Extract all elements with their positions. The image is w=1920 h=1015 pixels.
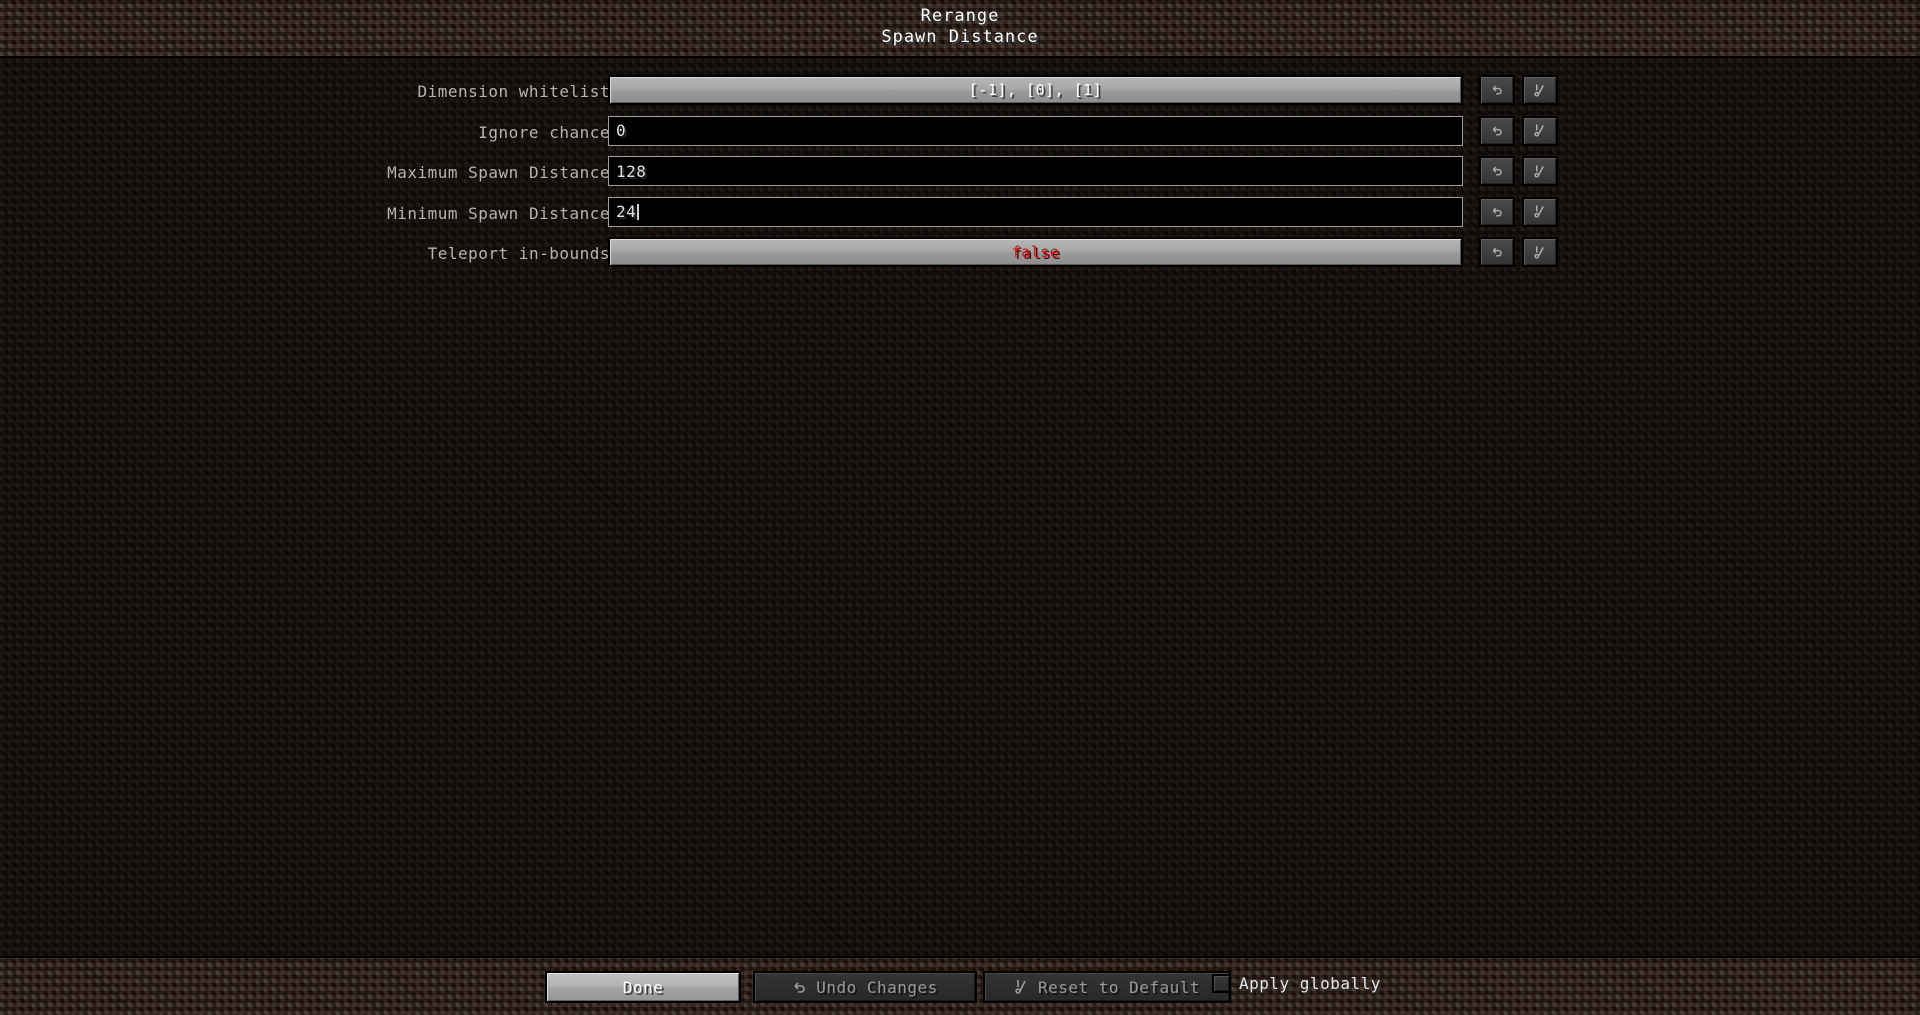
config-row: Ignore chance 0 <box>0 115 1920 149</box>
row-reset-button[interactable] <box>1522 237 1558 267</box>
reset-default-icon <box>1533 83 1547 98</box>
page-title: Rerange <box>920 6 1000 26</box>
undo-changes-button[interactable]: Undo Changes <box>753 971 977 1003</box>
config-value-input[interactable]: 0 <box>608 115 1463 146</box>
undo-arrow-icon <box>1490 124 1504 138</box>
checkbox-box-icon[interactable] <box>1212 974 1231 993</box>
undo-arrow-icon <box>1490 164 1504 178</box>
header-bar: Rerange Spawn Distance <box>0 0 1920 58</box>
page-subtitle: Spawn Distance <box>881 27 1039 47</box>
reset-to-default-label: Reset to Default <box>1037 977 1201 997</box>
footer-bar: Done Undo Changes Reset to Default Apply… <box>0 956 1920 1015</box>
reset-default-icon <box>1533 204 1547 219</box>
row-undo-button[interactable] <box>1479 237 1515 267</box>
config-row-label: Maximum Spawn Distance <box>387 163 610 182</box>
reset-default-icon <box>1533 245 1547 260</box>
reset-to-default-button[interactable]: Reset to Default <box>983 971 1231 1003</box>
row-undo-button[interactable] <box>1479 196 1515 227</box>
minecraft-config-screen: Rerange Spawn Distance Dimension whiteli… <box>0 0 1920 1015</box>
config-value-text: 128 <box>616 161 647 181</box>
row-undo-button[interactable] <box>1479 115 1515 146</box>
done-button[interactable]: Done <box>545 971 741 1003</box>
config-value-button[interactable]: false <box>608 237 1463 267</box>
row-undo-button[interactable] <box>1479 156 1515 186</box>
apply-globally-label: Apply globally <box>1239 974 1381 993</box>
config-value-text: [-1], [0], [1] <box>968 81 1103 99</box>
config-row: Maximum Spawn Distance 128 <box>0 156 1920 189</box>
config-value-text: 0 <box>616 121 627 140</box>
config-row-label: Ignore chance <box>478 122 610 142</box>
undo-arrow-icon <box>792 980 807 995</box>
undo-arrow-icon <box>1490 83 1504 97</box>
config-row: Minimum Spawn Distance 24 <box>0 196 1920 230</box>
row-reset-button[interactable] <box>1522 196 1558 227</box>
config-value-text: false <box>1011 243 1060 261</box>
done-button-label: Done <box>622 977 664 997</box>
apply-globally-checkbox[interactable]: Apply globally <box>1212 974 1381 993</box>
config-row: Teleport in-bounds false <box>0 237 1920 270</box>
config-row-label: Teleport in-bounds <box>427 244 610 263</box>
reset-default-icon <box>1533 164 1547 179</box>
undo-arrow-icon <box>1490 245 1504 259</box>
row-reset-button[interactable] <box>1522 115 1558 146</box>
row-reset-button[interactable] <box>1522 156 1558 186</box>
config-list: Dimension whitelist [-1], [0], [1] Ignore … <box>0 58 1920 956</box>
text-cursor <box>637 203 640 220</box>
reset-default-icon <box>1014 979 1029 995</box>
config-value-button[interactable]: [-1], [0], [1] <box>608 75 1463 105</box>
config-value-input[interactable]: 128 <box>608 156 1463 186</box>
title-block: Rerange Spawn Distance <box>0 6 1920 48</box>
undo-changes-label: Undo Changes <box>816 977 938 997</box>
row-undo-button[interactable] <box>1479 75 1515 105</box>
config-row-label: Dimension whitelist <box>417 82 610 101</box>
config-row-label: Minimum Spawn Distance <box>387 203 610 223</box>
config-row: Dimension whitelist [-1], [0], [1] <box>0 75 1920 108</box>
reset-default-icon <box>1533 123 1547 138</box>
config-value-text: 24 <box>616 202 637 221</box>
row-reset-button[interactable] <box>1522 75 1558 105</box>
config-value-input[interactable]: 24 <box>608 196 1463 227</box>
undo-arrow-icon <box>1490 205 1504 219</box>
